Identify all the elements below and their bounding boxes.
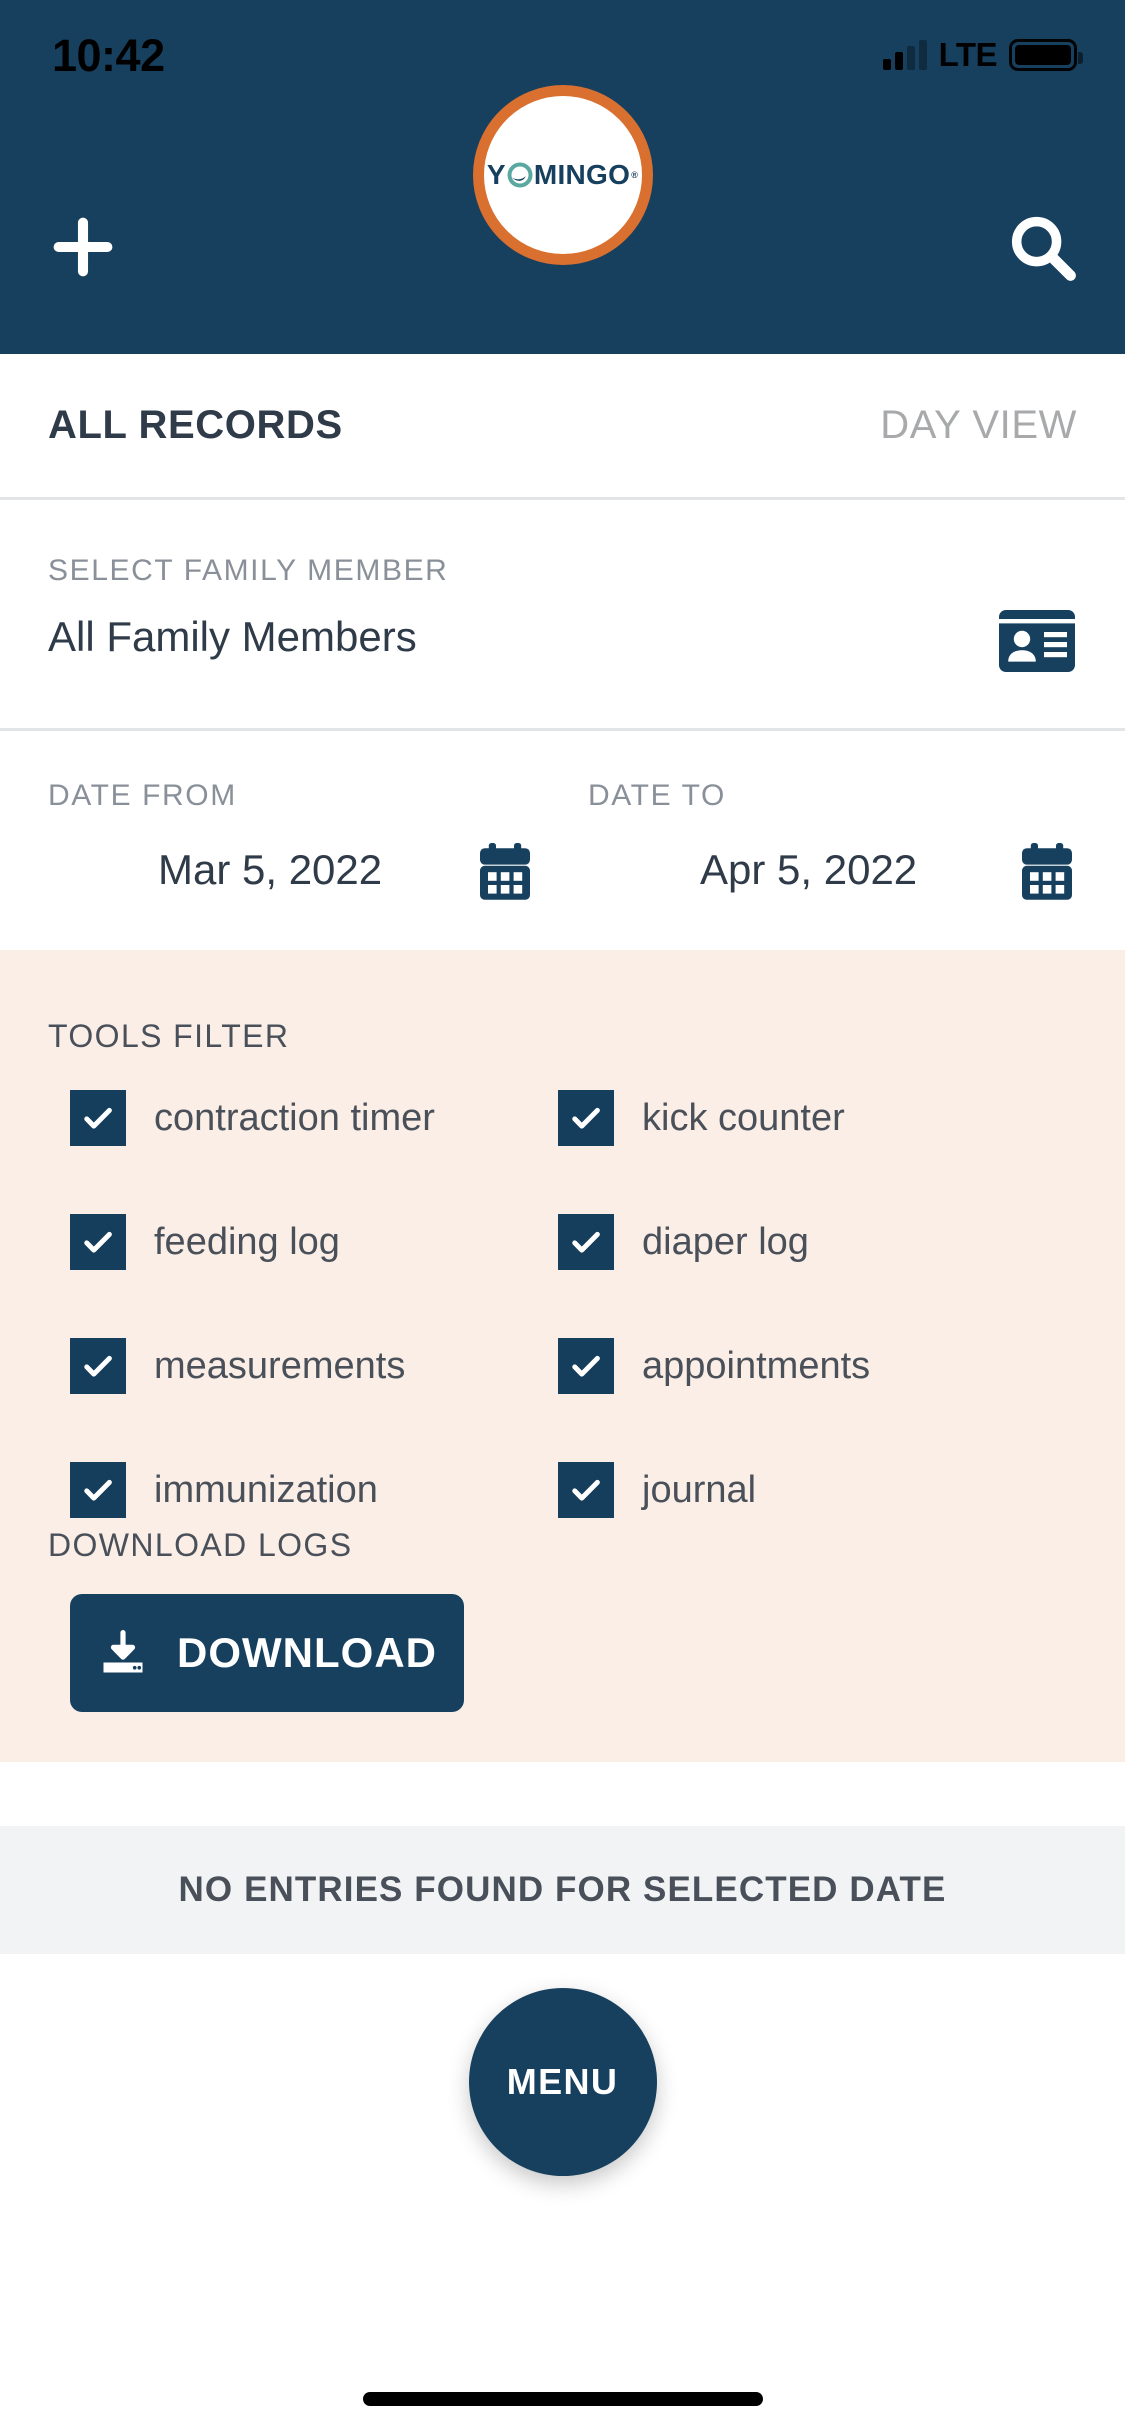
download-icon: [103, 1630, 143, 1673]
yomingo-logo[interactable]: Y MINGO ®: [472, 85, 653, 265]
date-range-row: DATE FROM Mar 5, 2022 DATE TO Apr 5, 202…: [0, 731, 1125, 950]
network-type-label: LTE: [938, 36, 998, 73]
menu-button-label: MENU: [506, 2061, 619, 2102]
checkbox-checked-icon: [558, 1214, 614, 1270]
date-to-label: DATE TO: [588, 779, 726, 812]
search-button[interactable]: [987, 192, 1097, 302]
checkbox-label: diaper log: [642, 1220, 809, 1263]
logo-text-mingo: MINGO: [533, 159, 631, 190]
home-indicator[interactable]: [362, 2392, 763, 2406]
id-card-icon[interactable]: [997, 608, 1077, 674]
add-record-button[interactable]: [28, 192, 138, 302]
download-button-label: DOWNLOAD: [177, 1629, 437, 1676]
calendar-icon-to[interactable]: [1020, 843, 1074, 901]
date-from-value[interactable]: Mar 5, 2022: [158, 846, 382, 894]
search-icon: [1011, 216, 1076, 281]
checkbox-checked-icon: [70, 1462, 126, 1518]
checkbox-checked-icon: [70, 1338, 126, 1394]
empty-state-bar: NO ENTRIES FOUND FOR SELECTED DATE: [0, 1826, 1125, 1954]
logo-o-swoosh-icon: [507, 162, 533, 188]
family-member-selector[interactable]: SELECT FAMILY MEMBER All Family Members: [0, 500, 1125, 731]
download-button[interactable]: DOWNLOAD: [70, 1594, 464, 1712]
tools-filter-title: TOOLS FILTER: [48, 1018, 290, 1054]
tab-day-view[interactable]: DAY VIEW: [880, 354, 1077, 497]
checkbox-label: journal: [642, 1468, 757, 1511]
signal-bars-icon: [882, 40, 927, 70]
battery-full-icon: [1009, 39, 1083, 71]
checkbox-label: appointments: [642, 1344, 871, 1387]
logo-text-y: Y: [486, 159, 506, 190]
checkbox-feeding-log[interactable]: feeding log: [70, 1214, 340, 1270]
content-gap: [0, 1762, 1125, 1826]
empty-state-message: NO ENTRIES FOUND FOR SELECTED DATE: [178, 1870, 947, 1909]
checkbox-checked-icon: [558, 1338, 614, 1394]
checkbox-appointments[interactable]: appointments: [558, 1338, 870, 1394]
checkbox-label: kick counter: [642, 1096, 845, 1139]
checkbox-diaper-log[interactable]: diaper log: [558, 1214, 809, 1270]
logo-wordmark: Y MINGO ®: [487, 161, 638, 189]
checkbox-label: measurements: [154, 1344, 406, 1387]
checkbox-label: immunization: [154, 1468, 378, 1511]
family-member-label: SELECT FAMILY MEMBER: [48, 554, 449, 587]
family-member-value: All Family Members: [48, 613, 417, 660]
view-tabs: ALL RECORDS DAY VIEW: [0, 354, 1125, 500]
logo-trademark: ®: [631, 169, 639, 180]
status-indicators: LTE: [882, 36, 1083, 74]
checkbox-label: feeding log: [154, 1220, 340, 1263]
checkbox-immunization[interactable]: immunization: [70, 1462, 378, 1518]
tab-all-records[interactable]: ALL RECORDS: [48, 354, 343, 497]
checkbox-journal[interactable]: journal: [558, 1462, 756, 1518]
checkbox-measurements[interactable]: measurements: [70, 1338, 405, 1394]
checkbox-checked-icon: [558, 1090, 614, 1146]
checkbox-contraction-timer[interactable]: contraction timer: [70, 1090, 435, 1146]
plus-icon: [53, 217, 113, 277]
checkbox-checked-icon: [558, 1462, 614, 1518]
checkbox-label: contraction timer: [154, 1096, 435, 1139]
download-logs-title: DOWNLOAD LOGS: [48, 1527, 353, 1563]
date-to-value[interactable]: Apr 5, 2022: [700, 846, 917, 894]
status-time: 10:42: [52, 30, 165, 81]
checkbox-checked-icon: [70, 1090, 126, 1146]
menu-button[interactable]: MENU: [468, 1988, 657, 2176]
calendar-icon-from[interactable]: [478, 843, 532, 901]
checkbox-kick-counter[interactable]: kick counter: [558, 1090, 845, 1146]
date-from-label: DATE FROM: [48, 779, 237, 812]
checkbox-checked-icon: [70, 1214, 126, 1270]
